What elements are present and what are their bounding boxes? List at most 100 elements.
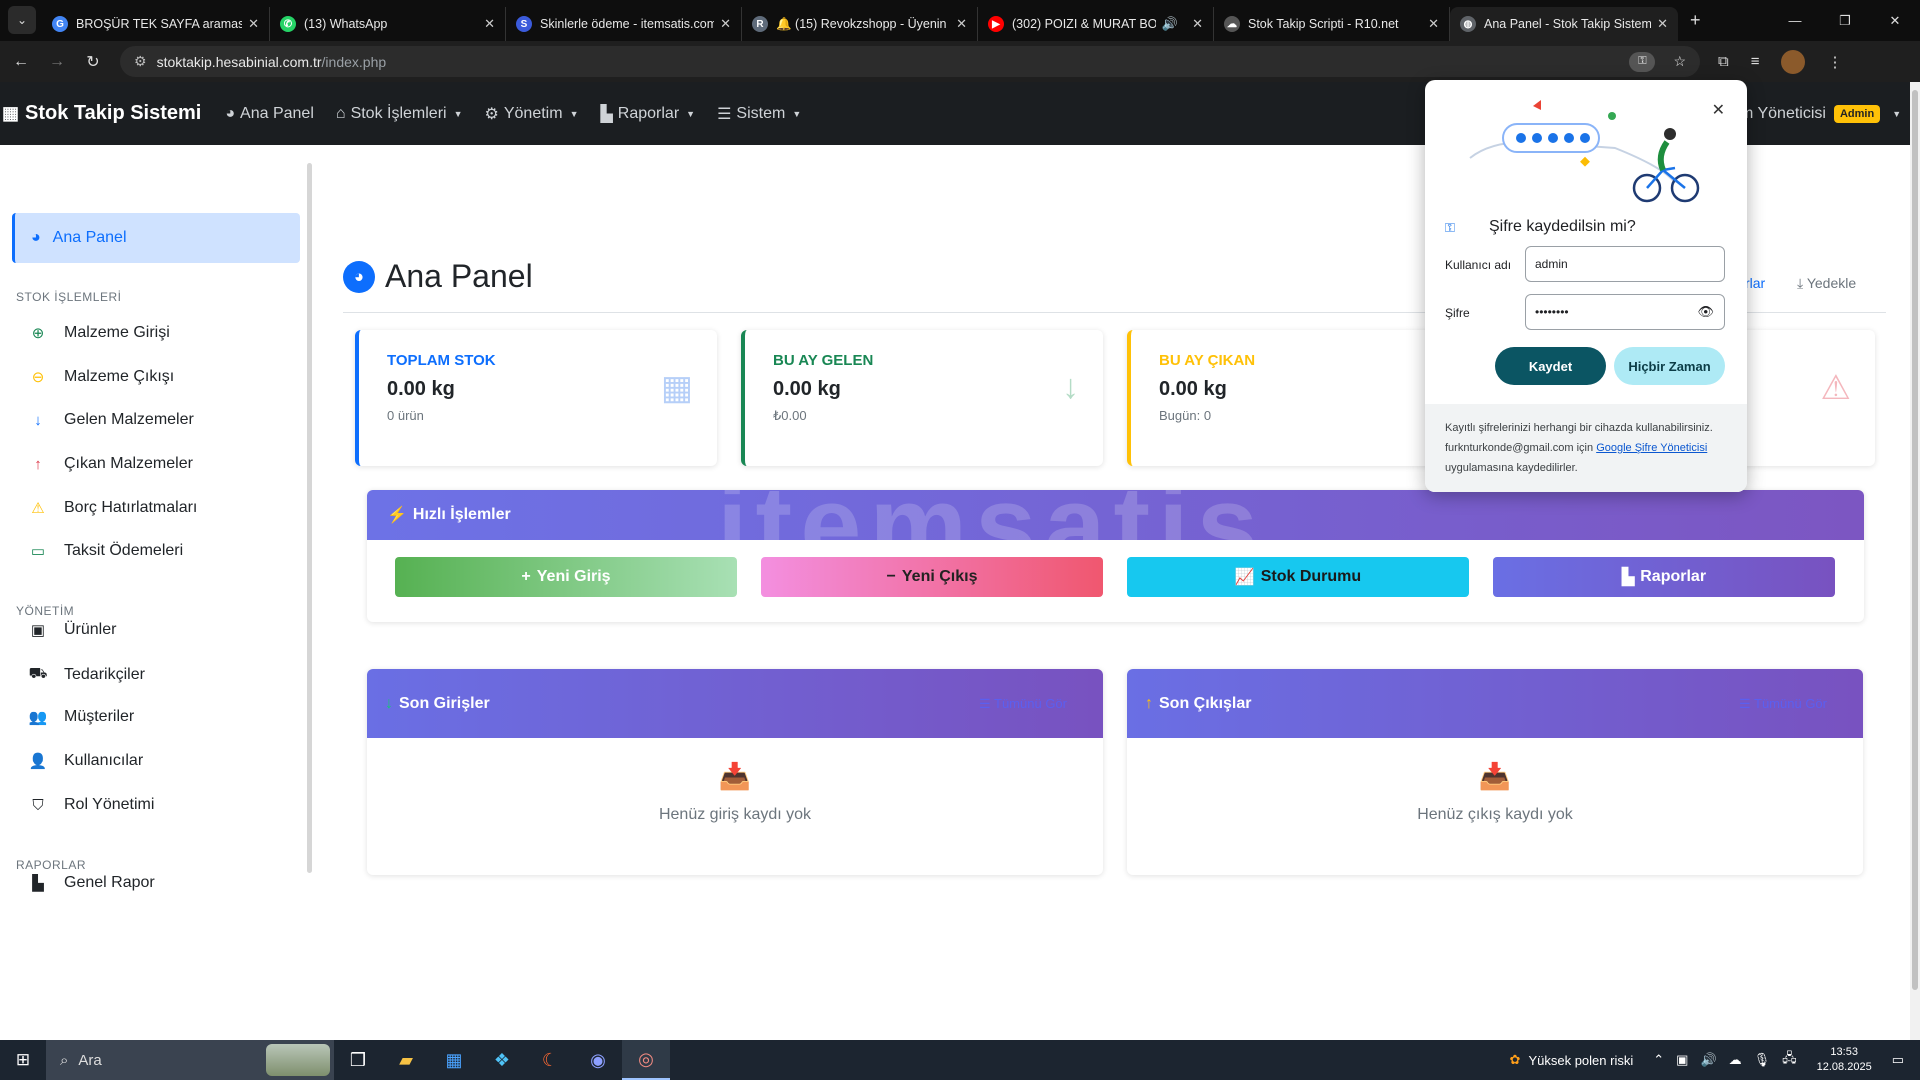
scroll-thumb[interactable] xyxy=(1912,90,1918,990)
user-menu[interactable]: m Yöneticisi Admin ▼ xyxy=(1740,104,1901,123)
browser-tab[interactable]: R 🔔 (15) Revokzshopp - Üyenin P ✕ xyxy=(742,7,978,41)
backup-link[interactable]: ⤓ Yedekle xyxy=(1797,275,1856,292)
view-all-entries-link[interactable]: ☰ Tümünü Gör xyxy=(979,696,1067,712)
sidebar-item-gelen-malzemeler[interactable]: ↓ Gelen Malzemeler xyxy=(28,411,194,429)
new-tab-button[interactable]: + xyxy=(1678,10,1713,31)
close-icon[interactable]: ✕ xyxy=(248,16,259,32)
forward-icon[interactable]: → xyxy=(42,53,72,71)
password-field[interactable]: •••••••• 👁 xyxy=(1525,294,1725,330)
sidebar-item-cikan-malzemeler[interactable]: ↑ Çıkan Malzemeler xyxy=(28,455,193,473)
browser-tab-active[interactable]: ◍ Ana Panel - Stok Takip Sistemi ✕ xyxy=(1450,7,1678,41)
close-icon[interactable]: ✕ xyxy=(956,16,967,32)
media-control-icon[interactable]: ≡ xyxy=(1751,53,1760,70)
brand[interactable]: ▦ Stok Takip Sistemi xyxy=(2,102,201,125)
stock-status-button[interactable]: 📈 Stok Durumu xyxy=(1127,557,1469,597)
profile-avatar[interactable] xyxy=(1781,49,1806,74)
file-explorer-icon[interactable]: ▰ xyxy=(382,1040,430,1080)
sidebar-item-kullanicilar[interactable]: 👤 Kullanıcılar xyxy=(28,752,144,770)
weather-widget[interactable]: ✿ Yüksek polen riski xyxy=(1510,1052,1634,1068)
sidebar-item-tedarikciler[interactable]: ⛟ Tedarikçiler xyxy=(28,665,145,684)
reports-link[interactable]: rlar xyxy=(1745,275,1765,291)
speaker-icon[interactable]: 🔊 xyxy=(1162,16,1178,32)
close-icon[interactable]: ✕ xyxy=(1192,16,1203,32)
nav-raporlar[interactable]: ▙ Raporlar ▼ xyxy=(600,104,695,124)
nav-sistem[interactable]: ☰ Sistem ▼ xyxy=(717,104,801,124)
minimize-icon[interactable]: — xyxy=(1770,0,1820,41)
browser-menu-icon[interactable]: ⋮ xyxy=(1827,53,1842,71)
close-icon[interactable]: ✕ xyxy=(720,16,731,32)
sidebar-item-malzeme-girisi[interactable]: ⊕ Malzeme Girişi xyxy=(28,324,170,342)
never-button[interactable]: Hiçbir Zaman xyxy=(1614,347,1725,385)
discord-icon[interactable]: ◉ xyxy=(574,1040,622,1080)
windows-start-icon[interactable]: ⊞ xyxy=(0,1050,46,1070)
sidebar-item-ana-panel[interactable]: ◕ Ana Panel xyxy=(12,213,300,263)
sidebar-item-borc-hatirlatmalari[interactable]: ⚠ Borç Hatırlatmaları xyxy=(28,499,197,517)
url-input[interactable]: ⚙ stoktakip.hesabinial.com.tr/index.php … xyxy=(120,46,1700,77)
sidebar-item-urunler[interactable]: ▣ Ürünler xyxy=(28,621,117,639)
tab-search-button[interactable]: ⌄ xyxy=(8,6,36,34)
app-icon[interactable]: ❖ xyxy=(478,1040,526,1080)
cloud-icon[interactable]: ☁ xyxy=(1729,1052,1742,1068)
minus-circle-icon: ⊖ xyxy=(31,369,45,386)
recent-exits-card: ↑ Son Çıkışlar ☰ Tümünü Gör 📥 Henüz çıkı… xyxy=(1127,669,1863,875)
restore-icon[interactable]: ❐ xyxy=(1820,0,1870,41)
sidebar-item-label: Kullanıcılar xyxy=(64,752,144,769)
stat-label: BU AY GELEN xyxy=(773,352,874,369)
taskbar-search[interactable]: ⌕ Ara xyxy=(46,1040,334,1080)
network-icon[interactable]: 🖧 xyxy=(1782,1049,1797,1071)
role-badge: Admin xyxy=(1833,104,1881,123)
mic-icon[interactable]: 🎙 xyxy=(1754,1052,1771,1068)
browser-tab[interactable]: ▶ (302) POIZI & MURAT BOZ 🔊 ✕ xyxy=(978,7,1214,41)
bolt-icon: ⚡ xyxy=(387,507,407,524)
browser-tab[interactable]: S Skinlerle ödeme - itemsatis.com ✕ xyxy=(506,7,742,41)
browser-tab[interactable]: ☁ Stok Takip Scripti - R10.net ✕ xyxy=(1214,7,1450,41)
page-scrollbar[interactable] xyxy=(1910,82,1920,1040)
browser-app-icon[interactable]: ☾ xyxy=(526,1040,574,1080)
password-manager-link[interactable]: Google Şifre Yöneticisi xyxy=(1596,442,1707,454)
back-icon[interactable]: ← xyxy=(6,53,36,71)
tab-title: Stok Takip Scripti - R10.net xyxy=(1248,17,1399,31)
reload-icon[interactable]: ↻ xyxy=(78,52,108,72)
chevron-up-icon[interactable]: ⌃ xyxy=(1653,1052,1664,1068)
save-password-button[interactable]: Kaydet xyxy=(1495,347,1606,385)
clock[interactable]: 13:53 12.08.2025 xyxy=(1817,1045,1872,1075)
list-icon: ☰ xyxy=(978,695,995,711)
eye-icon[interactable]: 👁 xyxy=(1697,304,1714,320)
chrome-icon[interactable]: ◎ xyxy=(622,1040,670,1080)
speaker-icon[interactable]: 🔊 xyxy=(1700,1052,1716,1068)
sidebar-item-malzeme-cikisi[interactable]: ⊖ Malzeme Çıkışı xyxy=(28,368,175,386)
close-icon[interactable]: ✕ xyxy=(484,16,495,32)
browser-tab[interactable]: G BROŞÜR TEK SAYFA araması - G ✕ xyxy=(42,7,270,41)
view-all-exits-link[interactable]: ☰ Tümünü Gör xyxy=(1739,696,1827,712)
username-field[interactable]: admin xyxy=(1525,246,1725,282)
new-exit-button[interactable]: − Yeni Çıkış xyxy=(761,557,1103,597)
google-icon: G xyxy=(52,16,68,32)
nav-ana-panel[interactable]: ◕ Ana Panel xyxy=(225,105,314,123)
button-label: Yeni Giriş xyxy=(536,568,611,585)
new-entry-button[interactable]: + Yeni Giriş xyxy=(395,557,737,597)
sidebar-item-genel-rapor[interactable]: ▙ Genel Rapor xyxy=(28,874,155,892)
reports-button[interactable]: ▙ Raporlar xyxy=(1493,557,1835,597)
notification-icon[interactable]: ▭ xyxy=(1892,1052,1904,1068)
sidebar-item-musteriler[interactable]: 👥 Müşteriler xyxy=(28,708,135,726)
close-icon[interactable]: ✕ xyxy=(1428,16,1439,32)
sidebar-item-taksit-odemeleri[interactable]: ▭ Taksit Ödemeleri xyxy=(28,542,183,560)
sidebar-scrollbar[interactable] xyxy=(307,163,312,873)
store-icon[interactable]: ▦ xyxy=(430,1040,478,1080)
weather-text: Yüksek polen riski xyxy=(1528,1052,1634,1068)
close-window-icon[interactable]: ✕ xyxy=(1870,0,1920,41)
nav-yonetim[interactable]: ⚙ Yönetim ▼ xyxy=(485,104,579,124)
camera-icon[interactable]: ▣ xyxy=(1676,1052,1688,1068)
bookmark-star-icon[interactable]: ☆ xyxy=(1673,53,1686,70)
sidebar-item-rol-yonetimi[interactable]: ⛉ Rol Yönetimi xyxy=(28,796,154,814)
site-info-icon[interactable]: ⚙ xyxy=(134,53,147,70)
password-key-icon[interactable]: ⚿ xyxy=(1629,51,1656,72)
close-icon[interactable]: ✕ xyxy=(1712,100,1725,120)
close-icon[interactable]: ✕ xyxy=(1657,16,1668,32)
nav-stok-islemleri[interactable]: ⌂ Stok İşlemleri ▼ xyxy=(336,105,463,123)
browser-tab[interactable]: ✆ (13) WhatsApp ✕ xyxy=(270,7,506,41)
shield-icon: ⛉ xyxy=(32,796,44,814)
task-view-icon[interactable]: ❒ xyxy=(334,1040,382,1080)
extensions-icon[interactable]: ⧉ xyxy=(1718,53,1729,70)
key-icon: ⚿ xyxy=(1445,220,1455,235)
